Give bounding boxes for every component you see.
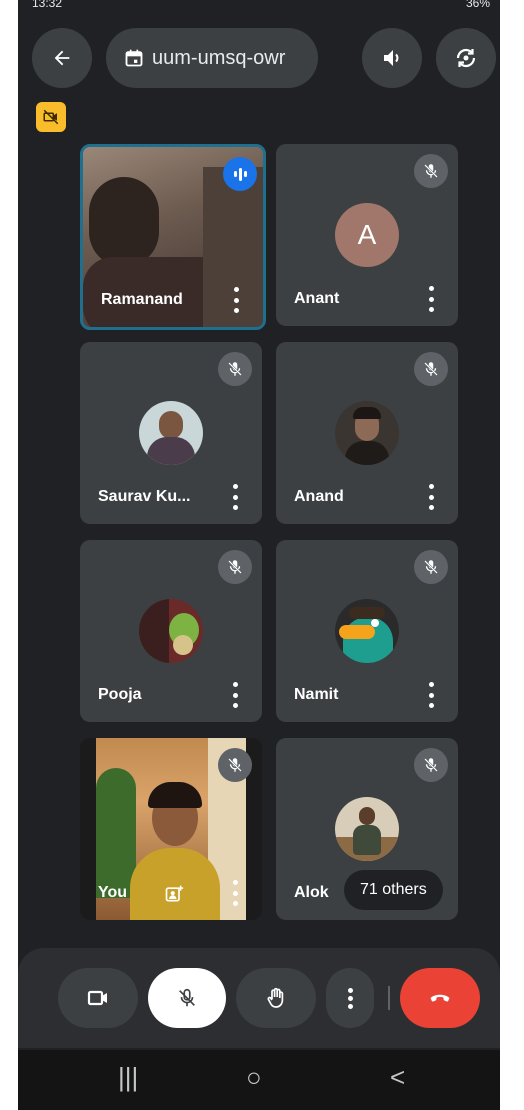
camera-toggle-button[interactable] bbox=[58, 968, 138, 1028]
video-camera-icon bbox=[87, 990, 107, 1006]
more-vert-icon[interactable] bbox=[428, 484, 434, 510]
switch-camera-button[interactable] bbox=[436, 28, 496, 88]
participant-tile-saurav[interactable]: Saurav Ku... bbox=[80, 342, 262, 524]
status-time: 13:32 bbox=[32, 0, 63, 10]
mic-off-icon bbox=[414, 154, 448, 188]
mic-off-icon bbox=[218, 550, 252, 584]
more-vert-icon[interactable] bbox=[232, 682, 238, 708]
system-back-button[interactable]: < bbox=[390, 1062, 405, 1093]
arrow-left-icon bbox=[54, 50, 70, 66]
more-options-button[interactable] bbox=[326, 968, 374, 1028]
mic-off-icon bbox=[414, 748, 448, 782]
participant-tile-anant[interactable]: A Anant bbox=[276, 144, 458, 326]
mic-off-icon bbox=[414, 352, 448, 386]
avatar bbox=[139, 599, 203, 663]
mic-off-icon bbox=[218, 352, 252, 386]
raise-hand-icon bbox=[267, 987, 284, 1008]
more-vert-icon[interactable] bbox=[428, 682, 434, 708]
more-vert-icon[interactable] bbox=[233, 287, 239, 313]
audio-output-button[interactable] bbox=[362, 28, 422, 88]
participant-tile-alok[interactable]: Alok 71 others bbox=[276, 738, 458, 920]
participant-tile-pooja[interactable]: Pooja bbox=[80, 540, 262, 722]
more-vert-icon[interactable] bbox=[428, 286, 434, 312]
mic-toggle-button[interactable] bbox=[148, 968, 226, 1028]
switch-camera-icon bbox=[456, 48, 476, 68]
participant-name: Pooja bbox=[98, 686, 142, 703]
participant-name: Ramanand bbox=[101, 291, 183, 308]
meeting-info-button[interactable]: uum-umsq-owr bbox=[106, 28, 318, 88]
camera-off-badge bbox=[36, 102, 66, 132]
participant-name: Saurav Ku... bbox=[98, 488, 191, 505]
status-bar: 13:32 36% bbox=[18, 0, 500, 14]
video-off-icon bbox=[43, 109, 59, 125]
raise-hand-button[interactable] bbox=[236, 968, 316, 1028]
avatar bbox=[335, 797, 399, 861]
mic-off-icon bbox=[414, 550, 448, 584]
meeting-code: uum-umsq-owr bbox=[152, 46, 286, 69]
controls-divider bbox=[388, 986, 390, 1010]
participant-tile-namit[interactable]: Namit bbox=[276, 540, 458, 722]
end-call-icon bbox=[430, 994, 450, 1002]
avatar bbox=[335, 401, 399, 465]
others-count: 71 others bbox=[360, 881, 427, 898]
avatar bbox=[139, 401, 203, 465]
status-battery: 36% bbox=[465, 0, 490, 10]
calendar-icon bbox=[124, 48, 144, 68]
participant-name: Alok bbox=[294, 884, 329, 901]
avatar: A bbox=[335, 203, 399, 267]
home-button[interactable]: ○ bbox=[246, 1062, 262, 1093]
system-nav-bar: ||| ○ < bbox=[18, 1050, 500, 1110]
more-vert-icon bbox=[347, 987, 353, 1009]
mic-off-icon bbox=[218, 748, 252, 782]
mic-off-icon bbox=[179, 988, 195, 1007]
speaker-icon bbox=[384, 50, 399, 66]
participant-tile-you[interactable]: You bbox=[80, 738, 262, 920]
call-controls bbox=[18, 948, 500, 1048]
more-vert-icon[interactable] bbox=[232, 484, 238, 510]
effects-icon[interactable] bbox=[164, 884, 184, 904]
meet-screen: 13:32 36% uum-umsq-owr Ramanand A Anant … bbox=[18, 0, 500, 1110]
participant-name: Anant bbox=[294, 290, 340, 307]
others-chip[interactable]: 71 others bbox=[344, 870, 443, 910]
participant-name: Namit bbox=[294, 686, 339, 703]
back-button[interactable] bbox=[32, 28, 92, 88]
participant-name: You bbox=[98, 884, 128, 901]
speaking-indicator bbox=[223, 157, 257, 191]
participant-tile-ramanand[interactable]: Ramanand bbox=[80, 144, 266, 330]
participant-name: Anand bbox=[294, 488, 344, 505]
avatar bbox=[335, 599, 399, 663]
more-vert-icon[interactable] bbox=[232, 880, 238, 906]
participant-tile-anand[interactable]: Anand bbox=[276, 342, 458, 524]
recent-apps-button[interactable]: ||| bbox=[118, 1062, 138, 1093]
avatar-letter: A bbox=[357, 219, 377, 250]
end-call-button[interactable] bbox=[400, 968, 480, 1028]
